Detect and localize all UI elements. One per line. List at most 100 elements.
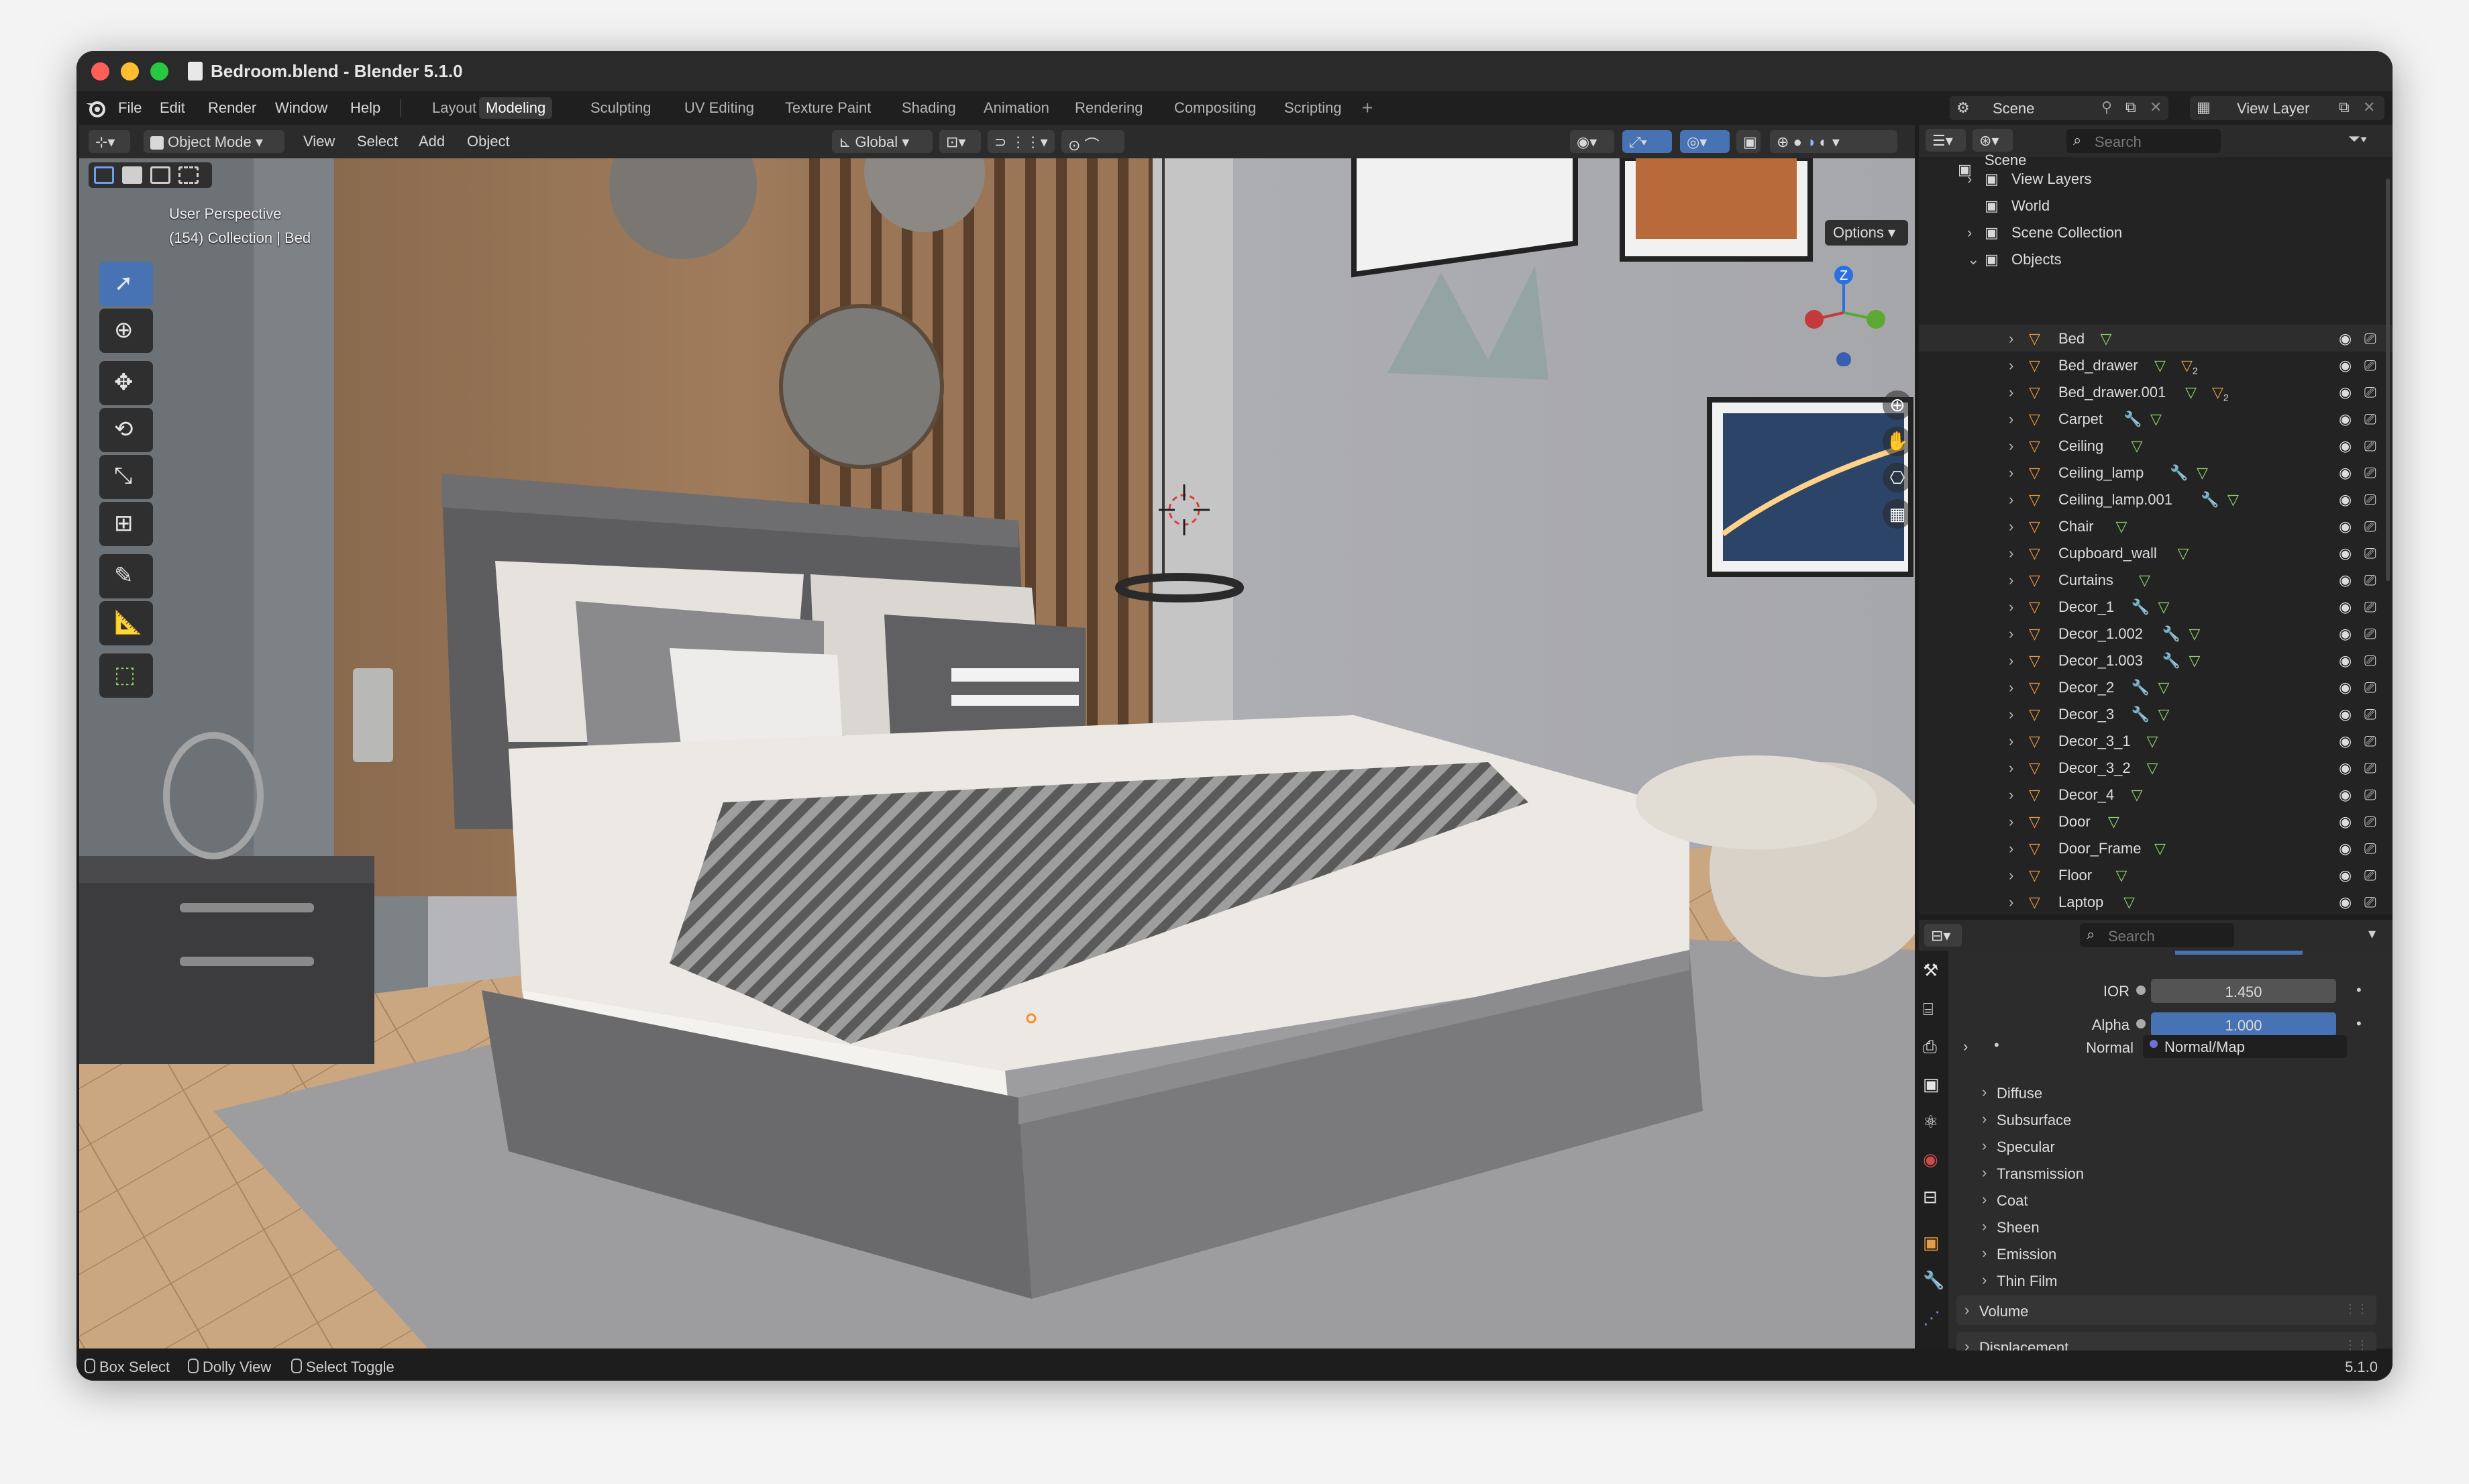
pivot-point-dropdown[interactable]: ⊡▾	[939, 130, 981, 153]
outliner-object-row[interactable]: › ▽ Laptop ▽ ◉ ⎚	[1919, 888, 2393, 915]
output-tab-icon[interactable]: ⎙	[1923, 1037, 1937, 1058]
3d-viewport[interactable]: User Perspective (154) Collection | Bed …	[79, 158, 1915, 1348]
tool-cursor[interactable]: ⊕	[99, 309, 153, 353]
expand-chevron-icon[interactable]: ›	[2009, 464, 2013, 482]
mesh-data-icon[interactable]: ▽	[2132, 437, 2143, 455]
snap-controls[interactable]: ⊃ ⋮⋮▾	[988, 130, 1055, 153]
visibility-eye-icon[interactable]: ◉	[2339, 813, 2352, 831]
expand-chevron-icon[interactable]: ›	[2009, 706, 2013, 723]
expand-chevron-icon[interactable]: ›	[2009, 437, 2013, 455]
workspace-tab-sculpting[interactable]: Sculpting	[584, 97, 658, 119]
properties-options-icon[interactable]: ▾	[2368, 925, 2376, 943]
visibility-eye-icon[interactable]: ◉	[2339, 625, 2352, 643]
subpanel-header[interactable]: › Sheen	[1982, 1215, 2317, 1239]
mesh-data-icon[interactable]: ▽	[2150, 411, 2162, 428]
visibility-eye-icon[interactable]: ◉	[2339, 598, 2352, 616]
gizmo-toggle[interactable]: ⤢▾	[1622, 130, 1672, 153]
expand-chevron-icon[interactable]: ›	[2009, 733, 2013, 750]
visibility-eye-icon[interactable]: ◉	[2339, 411, 2352, 428]
proportional-editing[interactable]: ⊙ ⌒	[1061, 130, 1124, 154]
object-tab-icon[interactable]: ▣	[1923, 1232, 1940, 1253]
blender-logo-icon[interactable]	[85, 98, 106, 118]
workspace-tab-uv-editing[interactable]: UV Editing	[678, 97, 761, 119]
material-preview-icon[interactable]: ◑	[1806, 134, 1815, 150]
visibility-eye-icon[interactable]: ◉	[2339, 706, 2352, 723]
mesh-data-icon[interactable]: ▽	[2116, 518, 2127, 535]
render-camera-icon[interactable]: ⎚	[2364, 491, 2376, 509]
view-layer-selector[interactable]: ▦ View Layer ⧉ ✕	[2190, 96, 2384, 120]
outliner-editor-type[interactable]: ☰▾	[1926, 129, 1966, 152]
new-scene-icon[interactable]: ⧉	[2125, 99, 2136, 116]
outliner-object-row[interactable]: › ▽ Door_Frame ▽ ◉ ⎚	[1919, 835, 2393, 861]
expand-chevron-icon[interactable]: ›	[2009, 652, 2013, 670]
object-menu[interactable]: Object	[467, 133, 510, 150]
rendered-shading-icon[interactable]: ◐	[1819, 134, 1828, 150]
transform-orientation-dropdown[interactable]: ⊾ Global ▾	[832, 130, 933, 153]
render-camera-icon[interactable]: ⎚	[2364, 867, 2376, 884]
outliner-object-row[interactable]: › ▽ Decor_4 ▽ ◉ ⎚	[1919, 781, 2393, 808]
visibility-eye-icon[interactable]: ◉	[2339, 679, 2352, 696]
render-camera-icon[interactable]: ⎚	[2364, 813, 2376, 831]
properties-editor-type[interactable]: ⊟▾	[1924, 924, 1962, 947]
select-subtract-icon[interactable]	[150, 166, 170, 184]
mesh-data-icon[interactable]: ▽	[2147, 759, 2158, 777]
collection-tab-icon[interactable]: ⊟	[1923, 1187, 1938, 1208]
mesh-data-icon[interactable]: ▽	[2116, 867, 2127, 884]
expand-chevron-icon[interactable]: ›	[1967, 170, 1972, 188]
outliner-object-row[interactable]: › ▽ Bed ▽ ◉ ⎚	[1919, 325, 2393, 352]
select-intersect-icon[interactable]	[178, 166, 199, 184]
expand-chevron-icon[interactable]: ›	[2009, 598, 2013, 616]
mesh-data-icon[interactable]: ▽	[2123, 894, 2135, 911]
world-tab-icon[interactable]: ◉	[1923, 1149, 1938, 1170]
render-camera-icon[interactable]: ⎚	[2364, 894, 2376, 911]
expand-chevron-icon[interactable]: ›	[2009, 491, 2013, 509]
pan-hand-icon[interactable]: ✋	[1883, 427, 1912, 456]
delete-scene-icon[interactable]: ✕	[2150, 99, 2162, 116]
visibility-eye-icon[interactable]: ◉	[2339, 437, 2352, 455]
object-mode-dropdown[interactable]: Object Mode ▾	[144, 130, 284, 153]
tool-rotate[interactable]: ⟲	[99, 408, 153, 452]
outliner-object-row[interactable]: › ▽ Decor_1 🔧 ▽ ◉ ⎚	[1919, 593, 2393, 620]
add-menu[interactable]: Add	[419, 133, 445, 150]
visibility-eye-icon[interactable]: ◉	[2339, 572, 2352, 589]
outliner-object-row[interactable]: › ▽ Decor_3 🔧 ▽ ◉ ⎚	[1919, 700, 2393, 727]
drag-handle-icon[interactable]: ⋮⋮	[2344, 1302, 2368, 1316]
modifier-icon[interactable]: 🔧	[2123, 411, 2142, 428]
workspace-tab-layout[interactable]: Layout	[425, 97, 483, 119]
minimize-window-button[interactable]	[121, 62, 139, 81]
expand-chevron-icon[interactable]: ›	[2009, 867, 2013, 884]
menu-help[interactable]: Help	[350, 99, 380, 117]
display-mode-dropdown[interactable]: ⊛▾	[1973, 129, 2013, 152]
camera-view-icon[interactable]: ⎔	[1883, 463, 1912, 492]
workspace-tab-rendering[interactable]: Rendering	[1068, 97, 1150, 119]
render-camera-icon[interactable]: ⎚	[2364, 652, 2376, 670]
visibility-eye-icon[interactable]: ◉	[2339, 894, 2352, 911]
mesh-data-icon[interactable]: ▽	[2185, 384, 2197, 401]
render-camera-icon[interactable]: ⎚	[2364, 384, 2376, 401]
outliner-object-row[interactable]: › ▽ Chair ▽ ◉ ⎚	[1919, 513, 2393, 539]
subpanel-header[interactable]: › Coat	[1982, 1188, 2317, 1212]
workspace-tab-shading[interactable]: Shading	[895, 97, 963, 119]
xray-toggle[interactable]: ▣	[1736, 130, 1761, 153]
tool-add-cube[interactable]: ⬚	[99, 653, 153, 698]
workspace-tab-scripting[interactable]: Scripting	[1277, 97, 1349, 119]
solid-shading-icon[interactable]: ●	[1793, 134, 1802, 150]
view-menu[interactable]: View	[303, 133, 335, 150]
delete-view-layer-icon[interactable]: ✕	[2363, 99, 2375, 116]
menu-edit[interactable]: Edit	[160, 99, 185, 117]
expand-chevron-icon[interactable]: ›	[2009, 518, 2013, 535]
material-count-icon[interactable]: ▽2	[2212, 384, 2229, 403]
outliner-object-row[interactable]: › ▽ Carpet 🔧 ▽ ◉ ⎚	[1919, 405, 2393, 432]
modifier-icon[interactable]: 🔧	[2162, 652, 2181, 670]
expand-chevron-icon[interactable]: ›	[2009, 679, 2013, 696]
expand-chevron-icon[interactable]: ›	[2009, 572, 2013, 589]
outliner-object-row[interactable]: › ▽ Ceiling_lamp 🔧 ▽ ◉ ⎚	[1919, 459, 2393, 486]
menu-render[interactable]: Render	[208, 99, 256, 117]
new-view-layer-icon[interactable]: ⧉	[2339, 99, 2350, 116]
selection-mode-buttons[interactable]	[89, 162, 212, 188]
ortho-grid-icon[interactable]: ▦	[1883, 499, 1912, 529]
expand-chevron-icon[interactable]: ⌄	[1967, 251, 1979, 268]
modifier-icon[interactable]: 🔧	[2132, 679, 2150, 696]
outliner-object-row[interactable]: › ▽ Door ▽ ◉ ⎚	[1919, 808, 2393, 835]
mesh-data-icon[interactable]: ▽	[2139, 572, 2150, 589]
